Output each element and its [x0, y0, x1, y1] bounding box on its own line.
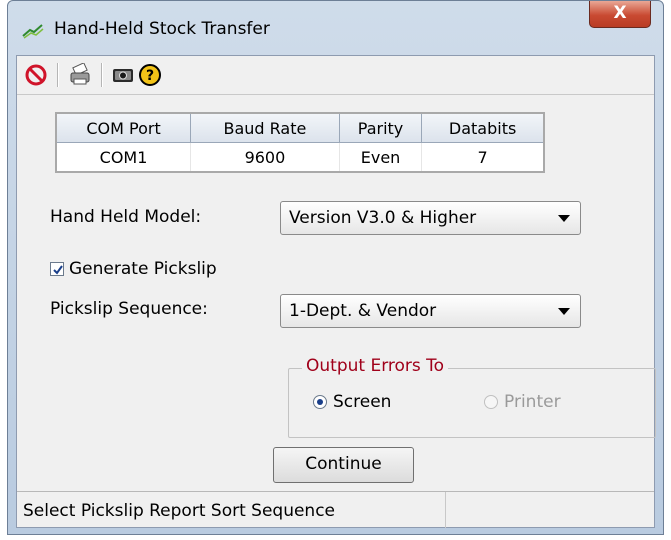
printer-icon[interactable]: [68, 63, 92, 87]
column-header: Baud Rate: [190, 112, 340, 143]
parity-cell: Even: [338, 142, 423, 173]
help-icon[interactable]: ?: [138, 63, 162, 87]
status-divider: [445, 492, 446, 528]
pickslip-sequence-value: 1-Dept. & Vendor: [289, 301, 437, 321]
app-window: Hand-Held Stock Transfer X ? COM Port Ba…: [7, 0, 664, 535]
table-row: COM1 9600 Even 7: [55, 142, 545, 173]
printer-label[interactable]: Printer: [504, 392, 561, 412]
screen-label[interactable]: Screen: [333, 392, 391, 412]
svg-text:?: ?: [146, 68, 154, 84]
generate-pickslip-label[interactable]: Generate Pickslip: [69, 259, 217, 279]
app-icon: [22, 24, 44, 39]
window-title: Hand-Held Stock Transfer: [54, 19, 270, 39]
toolbar-separator: [57, 63, 59, 87]
title-bar[interactable]: Hand-Held Stock Transfer X: [8, 1, 663, 55]
radio-selected-dot: [317, 399, 323, 405]
chevron-down-icon: [558, 215, 570, 222]
camera-icon[interactable]: [111, 63, 135, 87]
status-text: Select Pickslip Report Sort Sequence: [23, 501, 336, 521]
toolbar: ?: [17, 56, 654, 95]
pickslip-sequence-label: Pickslip Sequence:: [50, 299, 208, 319]
hand-held-model-label: Hand Held Model:: [50, 207, 202, 227]
status-bar: Select Pickslip Report Sort Sequence: [17, 491, 654, 528]
output-errors-group: Output Errors To Screen Printer: [288, 356, 656, 438]
com-settings-table: COM Port Baud Rate Parity Databits COM1 …: [55, 112, 545, 173]
column-header: COM Port: [55, 112, 192, 143]
com-port-cell: COM1: [55, 142, 192, 173]
pickslip-sequence-select[interactable]: 1-Dept. & Vendor: [280, 294, 581, 328]
client-area: ? COM Port Baud Rate Parity Databits COM…: [16, 55, 656, 528]
column-header: Databits: [421, 112, 545, 143]
checkmark-icon: [53, 265, 63, 275]
databits-cell: 7: [421, 142, 545, 173]
continue-button[interactable]: Continue: [273, 447, 414, 483]
screen-radio[interactable]: [313, 395, 327, 409]
toolbar-separator: [101, 63, 103, 87]
close-button[interactable]: X: [589, 1, 651, 28]
table-header-row: COM Port Baud Rate Parity Databits: [55, 112, 545, 143]
printer-radio[interactable]: [484, 395, 498, 409]
output-errors-title: Output Errors To: [302, 356, 449, 376]
stop-icon[interactable]: [24, 63, 48, 87]
column-header: Parity: [338, 112, 423, 143]
baud-rate-cell: 9600: [190, 142, 340, 173]
chevron-down-icon: [558, 308, 570, 315]
generate-pickslip-checkbox[interactable]: [50, 262, 64, 276]
hand-held-model-value: Version V3.0 & Higher: [289, 208, 477, 228]
hand-held-model-select[interactable]: Version V3.0 & Higher: [280, 201, 581, 235]
